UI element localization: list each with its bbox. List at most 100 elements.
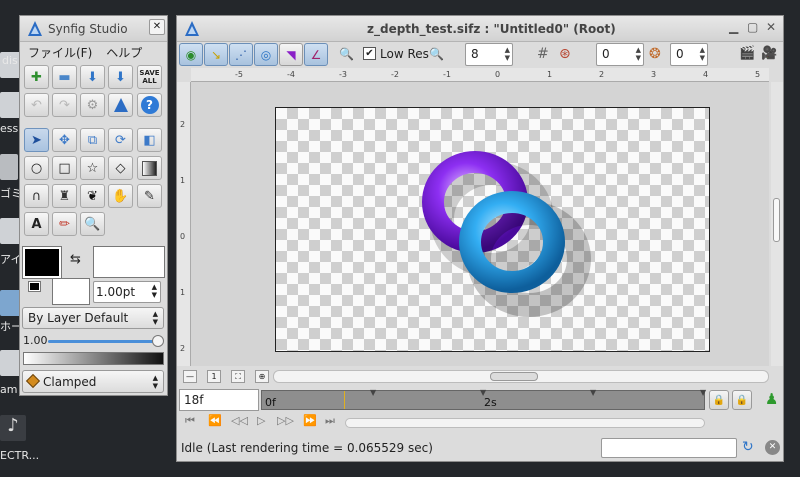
time-slider[interactable] — [345, 418, 705, 428]
undo-icon: ↶ — [31, 97, 42, 113]
scale-tool[interactable]: ⧉ — [80, 128, 105, 152]
open-file-button[interactable]: ▬ — [52, 65, 77, 89]
zoom-reset-icon: ⊕ — [258, 372, 266, 381]
mirror-tool[interactable]: ◧ — [137, 128, 162, 152]
smooth-move-tool[interactable]: ✥ — [52, 128, 77, 152]
blend-method-select[interactable]: By Layer Default ▲ ▼ — [22, 307, 164, 329]
spline-tool[interactable]: ∩ — [24, 184, 49, 208]
vertical-scrollbar[interactable] — [771, 82, 783, 366]
keyframe-marker[interactable]: ▼ — [590, 388, 596, 397]
swap-colors-icon[interactable]: ⇆ — [70, 252, 81, 267]
radius-handles-button[interactable]: ◎ — [254, 43, 278, 66]
save-as-button[interactable]: ⬇ — [108, 65, 133, 89]
interpolation-select[interactable]: Clamped ▲ ▼ — [22, 370, 164, 393]
reset-colors-icon[interactable] — [28, 281, 41, 292]
keyframe-marker[interactable]: ▼ — [370, 388, 376, 397]
rectangle-icon: □ — [58, 160, 71, 176]
time-cursor[interactable] — [344, 391, 345, 409]
scroll-thumb[interactable] — [773, 198, 780, 242]
zoom-out-icon[interactable]: 🔍 — [429, 47, 444, 61]
seek-begin-icon[interactable]: ⏮ — [185, 414, 195, 428]
default-gradient-swatch[interactable] — [23, 352, 164, 365]
canvas-artwork — [422, 151, 591, 317]
canvas-frame[interactable] — [275, 107, 710, 352]
keyframe-marker[interactable]: ▼ — [480, 388, 486, 397]
fill-color-preview[interactable] — [52, 278, 90, 305]
transform-tool[interactable]: ➤ — [24, 128, 49, 152]
render-clapper-icon[interactable]: 🎬 — [739, 46, 755, 61]
next-keyframe-icon[interactable]: ⏩ — [303, 414, 317, 427]
sketch-tool[interactable]: ✏ — [52, 212, 77, 236]
timetrack[interactable]: 0f 2s ▼ ▼ ▼ ▼ — [261, 388, 706, 410]
menu-file[interactable]: ファイル(F) — [28, 44, 92, 61]
fill-color-swatch[interactable] — [93, 246, 165, 278]
keyframe-lock-past-button[interactable]: 🔒 — [709, 390, 729, 410]
width-handles-button[interactable]: ◥ — [279, 43, 303, 66]
resolution-spinner[interactable]: 8 ▲ ▼ — [465, 43, 513, 66]
current-frame-field[interactable]: 18f — [179, 389, 259, 411]
grid-icon[interactable]: # — [537, 46, 549, 62]
canvas-work-area[interactable] — [191, 82, 769, 366]
tangent-handles-button[interactable]: ↘ — [204, 43, 228, 66]
menu-help[interactable]: ヘルプ — [106, 44, 142, 61]
text-tool[interactable]: A — [24, 212, 49, 236]
zoom-fit-all-button[interactable]: ⛶ — [231, 370, 245, 383]
toolbox-titlebar[interactable]: Synfig Studio ✕ — [20, 16, 167, 42]
desktop-icon-label: ess — [0, 122, 19, 135]
maximize-icon[interactable]: ▢ — [747, 20, 758, 34]
new-file-button[interactable]: ✚ — [24, 65, 49, 89]
refresh-icon[interactable]: ↻ — [742, 439, 754, 455]
zoom-tool[interactable]: 🔍 — [80, 212, 105, 236]
next-frame-icon[interactable]: ▷▷ — [277, 414, 294, 427]
preview-camera-icon[interactable]: 🎥 — [761, 46, 777, 61]
gradient-tool[interactable] — [137, 156, 162, 180]
fill-tool[interactable]: ♜ — [52, 184, 77, 208]
scroll-thumb[interactable] — [490, 372, 538, 381]
star-tool[interactable]: ☆ — [80, 156, 105, 180]
zoom-in-icon[interactable]: 🔍 — [339, 47, 354, 61]
cutout-tool[interactable]: ✋ — [108, 184, 133, 208]
minimize-icon[interactable]: ▁ — [729, 20, 738, 34]
onion-future-spinner[interactable]: 0 ▲ ▼ — [670, 43, 708, 66]
onion-past-spinner[interactable]: 0 ▲ ▼ — [596, 43, 644, 66]
about-button[interactable] — [108, 93, 133, 117]
vertex-handles-button[interactable]: ⋰ — [229, 43, 253, 66]
brush-size-field[interactable]: 1.00pt ▲ ▼ — [93, 281, 161, 303]
zoom-100-button[interactable]: 1 — [207, 370, 221, 383]
play-icon[interactable]: ▷ — [257, 414, 265, 427]
low-res-checkbox[interactable]: ✔ — [363, 47, 376, 60]
circle-tool[interactable]: ○ — [24, 156, 49, 180]
onion-skin-icon[interactable]: ⊛ — [559, 46, 571, 62]
show-handles-button[interactable]: ◉ — [179, 43, 203, 66]
draw-tool[interactable]: ❦ — [80, 184, 105, 208]
redo-button[interactable]: ↷ — [52, 93, 77, 117]
star-icon: ☆ — [86, 160, 99, 176]
close-icon[interactable]: ✕ — [149, 19, 165, 35]
seek-end-icon[interactable]: ⏭ — [325, 414, 335, 428]
animation-mode-icon[interactable]: ♟ — [765, 390, 778, 408]
keyframe-marker[interactable]: ▼ — [700, 388, 706, 397]
keyframe-lock-future-button[interactable]: 🔒 — [732, 390, 752, 410]
horizontal-scrollbar[interactable] — [273, 370, 769, 383]
polygon-tool[interactable]: ◇ — [108, 156, 133, 180]
angle-handles-button[interactable]: ∠ — [304, 43, 328, 66]
help-button[interactable]: ? — [137, 93, 162, 117]
close-icon[interactable]: ✕ — [766, 20, 776, 34]
stop-render-icon[interactable]: ✕ — [765, 440, 780, 455]
rotate-tool[interactable]: ⟳ — [108, 128, 133, 152]
rectangle-tool[interactable]: □ — [52, 156, 77, 180]
save-all-button[interactable]: SAVE ALL — [137, 65, 162, 89]
synfig-logo-icon — [113, 98, 128, 112]
opacity-handle[interactable] — [152, 335, 164, 347]
setup-button[interactable]: ⚙ — [80, 93, 105, 117]
prev-keyframe-icon[interactable]: ⏪ — [208, 414, 222, 427]
save-button[interactable]: ⬇ — [80, 65, 105, 89]
onion-shell-icon[interactable]: ❂ — [649, 46, 661, 62]
eyedropper-tool[interactable]: ✎ — [137, 184, 162, 208]
zoom-fit-button[interactable]: — — [183, 370, 197, 383]
prev-frame-icon[interactable]: ◁◁ — [231, 414, 248, 427]
zoom-reset-button[interactable]: ⊕ — [255, 370, 269, 383]
outline-color-swatch[interactable] — [22, 246, 62, 279]
undo-button[interactable]: ↶ — [24, 93, 49, 117]
canvas-titlebar[interactable]: z_depth_test.sifz : "Untitled0" (Root) ▁… — [177, 16, 783, 42]
